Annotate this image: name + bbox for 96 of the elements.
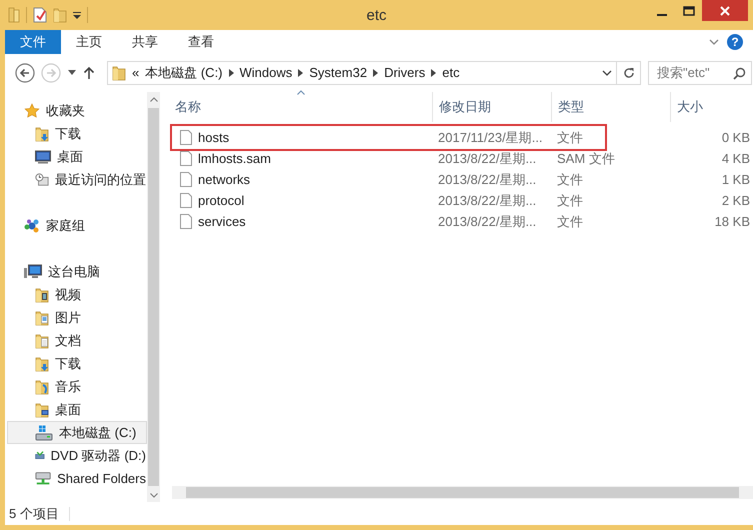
refresh-icon xyxy=(622,66,634,78)
dropdown-caret-icon[interactable] xyxy=(73,11,81,19)
breadcrumb-link[interactable]: Windows xyxy=(240,65,292,80)
ribbon-tab[interactable]: 主页 xyxy=(61,30,117,54)
star-icon xyxy=(24,102,40,118)
file-icon xyxy=(180,193,192,208)
breadcrumb-link[interactable]: Drivers xyxy=(384,65,426,80)
download-folder-icon xyxy=(35,126,49,142)
nav-item[interactable]: 本地磁盘 (C:) xyxy=(7,421,147,444)
size-cell-text: 2 KB xyxy=(720,193,751,208)
breadcrumb-separator-icon[interactable] xyxy=(228,68,234,76)
file-name[interactable]: hosts xyxy=(198,130,230,145)
nav-item[interactable]: DVD 驱动器 (D:) xyxy=(7,444,147,467)
help-button[interactable]: ? xyxy=(727,34,743,50)
file-icon xyxy=(180,130,192,145)
vertical-scrollbar[interactable] xyxy=(147,92,160,502)
nav-item[interactable]: 桌面 xyxy=(7,145,147,168)
nav-item[interactable]: Shared Folders xyxy=(7,467,147,490)
nav-item[interactable]: 图片 xyxy=(7,306,147,329)
nav-item[interactable]: 家庭组 xyxy=(7,214,147,237)
breadcrumb-separator-icon[interactable] xyxy=(373,68,378,76)
documents-folder-icon xyxy=(35,332,49,348)
nav-item[interactable]: 下载 xyxy=(7,122,147,145)
close-button[interactable] xyxy=(702,0,748,21)
music-folder-icon xyxy=(35,378,49,394)
file-icon xyxy=(180,172,192,187)
nav-item[interactable]: 这台电脑 xyxy=(7,260,147,283)
breadcrumb-link[interactable]: etc xyxy=(442,65,460,80)
overflow-chevron[interactable]: « xyxy=(132,65,140,80)
nav-item[interactable]: 下载 xyxy=(7,352,147,375)
date-cell-text: 2013/8/22/星期... xyxy=(437,212,538,230)
file-name[interactable]: services xyxy=(198,214,246,229)
nav-item[interactable]: 文档 xyxy=(7,329,147,352)
download-folder-icon xyxy=(35,356,49,372)
type-cell-text: 文件 xyxy=(556,128,584,146)
pictures-folder-icon xyxy=(35,310,49,326)
properties-icon[interactable] xyxy=(33,7,47,23)
video-folder-icon xyxy=(35,286,49,302)
file-name[interactable]: protocol xyxy=(198,193,244,208)
homegroup-icon xyxy=(24,218,40,234)
column-header[interactable]: 修改日期 xyxy=(432,92,551,122)
expand-ribbon-icon[interactable] xyxy=(709,39,719,45)
refresh-button[interactable] xyxy=(617,60,641,84)
nav-item[interactable]: 最近访问的位置 xyxy=(7,168,147,191)
monitor-icon xyxy=(35,150,51,164)
type-cell-text: 文件 xyxy=(556,192,584,210)
horizontal-scrollbar[interactable] xyxy=(172,486,753,499)
minimize-icon xyxy=(656,14,666,16)
size-cell-text: 1 KB xyxy=(720,172,751,187)
size-cell-text: 4 KB xyxy=(720,151,751,166)
ribbon-tab[interactable]: 文件 xyxy=(5,30,61,54)
date-cell-text: 2013/8/22/星期... xyxy=(437,170,538,188)
search-field[interactable]: 搜索"etc" xyxy=(648,60,752,84)
type-cell-text: 文件 xyxy=(556,170,584,188)
file-name[interactable]: networks xyxy=(198,172,250,187)
history-caret-icon[interactable] xyxy=(602,70,612,76)
breadcrumb-separator-icon[interactable] xyxy=(431,68,436,76)
computer-icon xyxy=(24,264,42,280)
nav-item[interactable]: 音乐 xyxy=(7,375,147,398)
nav-item[interactable]: 桌面 xyxy=(7,398,147,421)
nav-item[interactable]: 收藏夹 xyxy=(7,99,147,122)
ribbon-tab[interactable]: 共享 xyxy=(117,30,173,54)
desktop-folder-icon xyxy=(35,402,49,418)
date-cell-text: 2013/8/22/星期... xyxy=(437,192,538,210)
file-icon xyxy=(180,214,192,229)
address-bar[interactable]: « 本地磁盘 (C:) Windows System32 Drivers etc xyxy=(107,60,617,84)
column-header[interactable]: 类型 xyxy=(551,92,670,122)
drive-icon xyxy=(35,424,53,440)
nav-item[interactable]: 视频 xyxy=(7,283,147,306)
scroll-up-icon[interactable] xyxy=(150,96,158,102)
close-icon xyxy=(720,6,730,16)
breadcrumb-link[interactable]: System32 xyxy=(309,65,368,80)
file-icon xyxy=(180,151,192,166)
scroll-down-icon[interactable] xyxy=(150,492,158,498)
breadcrumb-separator-icon[interactable] xyxy=(298,68,304,76)
search-icon xyxy=(733,66,746,80)
up-arrow-icon[interactable] xyxy=(83,66,95,80)
size-cell-text: 0 KB xyxy=(720,130,751,145)
size-cell-text: 18 KB xyxy=(714,214,751,229)
folder-icon xyxy=(112,64,126,80)
recent-places-icon xyxy=(35,172,49,188)
date-cell-text: 2017/11/23/星期... xyxy=(437,128,544,146)
back-button[interactable] xyxy=(15,62,35,82)
file-name[interactable]: lmhosts.sam xyxy=(198,151,271,166)
window-title: etc xyxy=(366,7,386,24)
ribbon-tab[interactable]: 查看 xyxy=(173,30,229,54)
recent-locations-caret-icon[interactable] xyxy=(67,70,77,76)
column-header[interactable]: 大小 xyxy=(670,92,753,122)
column-header[interactable]: 名称 xyxy=(172,92,432,122)
breadcrumb-link[interactable]: 本地磁盘 (C:) xyxy=(145,64,223,82)
network-drive-icon xyxy=(35,470,52,486)
date-cell-text: 2013/8/22/星期... xyxy=(437,150,538,168)
item-count: 5 个项目 xyxy=(9,504,59,522)
maximize-icon xyxy=(682,6,694,16)
type-cell-text: SAM 文件 xyxy=(556,150,616,168)
type-cell-text: 文件 xyxy=(556,212,584,230)
